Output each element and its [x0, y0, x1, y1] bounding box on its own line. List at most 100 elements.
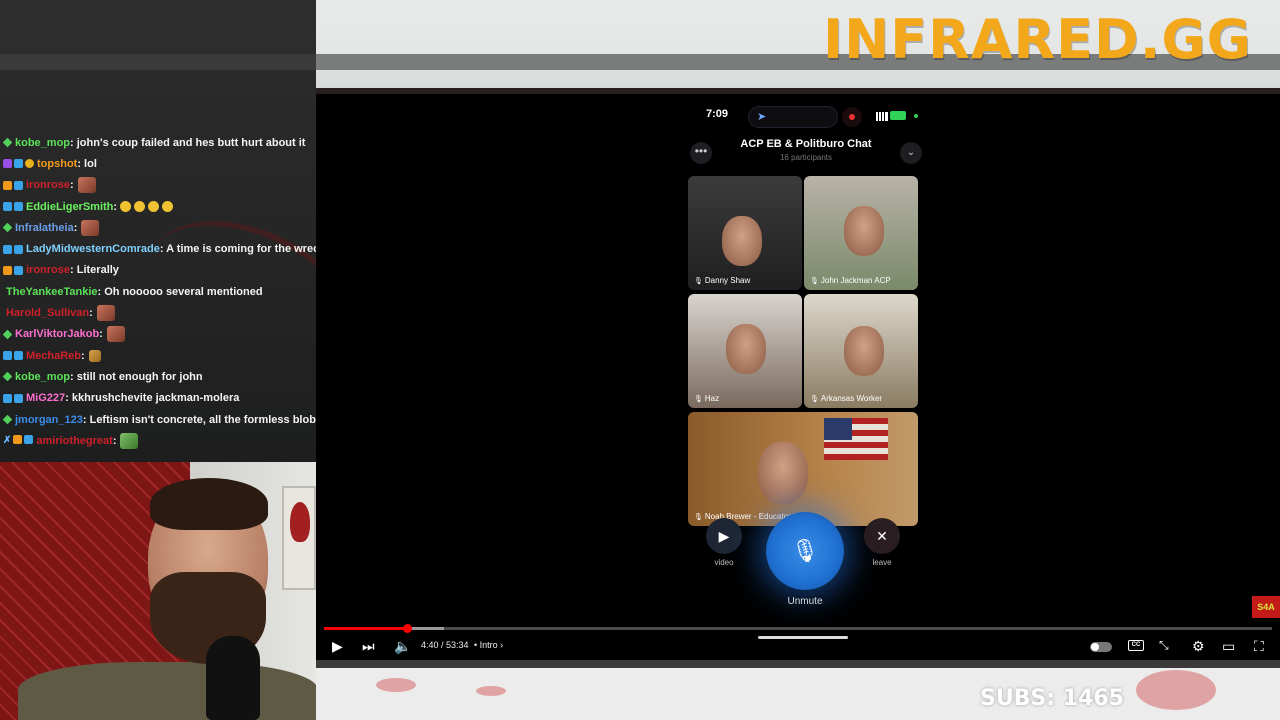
autoplay-toggle[interactable]	[1090, 642, 1112, 652]
participant-tile[interactable]: Arkansas Worker	[804, 294, 918, 408]
chat-username[interactable]: TheYankeeTankie	[6, 286, 98, 298]
chat-message: LadyMidwesternComrade : A time is coming…	[0, 238, 316, 259]
video-player[interactable]: 7:09 ➤ ••• ACP EB & Politburo Chat 16 pa…	[316, 88, 1280, 660]
progress-bar[interactable]	[324, 624, 1272, 633]
volume-icon[interactable]: 🔈	[394, 638, 411, 655]
blue-badge-icon	[3, 202, 12, 212]
emote-icon	[81, 219, 100, 236]
chat-username[interactable]: LadyMidwesternComrade	[26, 243, 160, 255]
chat-username[interactable]: MechaReb	[26, 350, 81, 362]
green-badge-icon	[2, 223, 13, 233]
chat-username[interactable]: KarlViktorJakob	[15, 328, 99, 340]
chat-text: : lol	[77, 157, 97, 170]
chat-badges	[3, 159, 34, 169]
gear-icon[interactable]: ⚙	[1192, 638, 1205, 655]
chat-message: TheYankeeTankie : Oh nooooo several ment…	[0, 281, 316, 302]
chat-panel: kobe_mop: john's coup failed and hes but…	[0, 0, 316, 462]
chat-badges	[2, 137, 13, 148]
chat-text: :	[89, 307, 93, 320]
laughing-emoji-icon	[120, 201, 132, 213]
chat-message-list: kobe_mop: john's coup failed and hes but…	[0, 132, 316, 451]
chat-text: : Oh nooooo several mentioned	[97, 285, 263, 298]
chat-text: : A time is coming for the wreck	[159, 243, 316, 256]
dynamic-island: ➤	[748, 106, 838, 128]
participant-tile-large[interactable]: Noah Brewer - Educator Midwe...	[688, 412, 918, 526]
chat-message: Harold_Sullivan :	[0, 302, 316, 323]
channel-watermark[interactable]: S4A	[1252, 596, 1280, 618]
chat-badges	[3, 244, 23, 254]
chat-username[interactable]: amiriothegreat	[36, 435, 112, 447]
participant-tile[interactable]: Danny Shaw	[688, 176, 802, 290]
american-flag	[824, 418, 888, 460]
participant-name: Danny Shaw	[694, 276, 750, 285]
unmute-button[interactable]: 🎙 Unmute	[758, 512, 852, 607]
miniplayer-icon[interactable]: ⤡	[1159, 638, 1169, 653]
participant-face	[844, 206, 884, 256]
fullscreen-icon[interactable]: ⛶	[1254, 638, 1264, 655]
chat-message: kobe_mop : still not enough for john	[0, 366, 316, 387]
chat-username[interactable]: kobe_mop	[15, 371, 70, 383]
chat-text: : Leftism isn't concrete, all the formle…	[82, 413, 316, 426]
blade-badge-icon: ✗	[3, 435, 12, 447]
leave-label: leave	[872, 558, 892, 567]
chat-username[interactable]: jmorgan_123	[15, 414, 83, 426]
chat-username[interactable]: kobe_mop	[15, 137, 70, 149]
participant-name: Arkansas Worker	[810, 394, 882, 403]
green-badge-icon	[2, 329, 13, 340]
chat-text: :	[99, 328, 103, 341]
blue-badge-icon	[14, 202, 23, 212]
scrubber-handle[interactable]	[402, 624, 412, 633]
chat-username[interactable]: MiG227	[26, 392, 65, 404]
chat-badges	[2, 372, 13, 382]
battery-icon	[890, 111, 906, 120]
gold-badge-icon	[25, 159, 34, 169]
unmute-label: Unmute	[787, 596, 823, 607]
chevron-down-icon[interactable]: ⌄	[900, 142, 922, 164]
emote-icon	[106, 326, 125, 343]
participant-face	[844, 326, 884, 376]
participant-tile[interactable]: John Jackman ACP	[804, 176, 918, 290]
theater-mode-icon[interactable]: ▭	[1222, 638, 1235, 655]
play-icon[interactable]: ▶	[332, 638, 343, 655]
orange-badge-icon	[13, 435, 23, 445]
chat-message: ironrose :	[0, 175, 316, 196]
blue-badge-icon	[14, 393, 23, 403]
participant-tile[interactable]: Haz	[688, 294, 802, 408]
emote-icon	[88, 349, 101, 362]
captions-button[interactable]: CC	[1128, 640, 1144, 651]
laughing-emoji-icon	[134, 201, 146, 213]
participant-name: Haz	[694, 394, 719, 403]
phone-screen-recording: 7:09 ➤ ••• ACP EB & Politburo Chat 16 pa…	[686, 94, 926, 639]
brand-logo: INFRARED.GG	[823, 8, 1252, 71]
chat-message: jmorgan_123 : Leftism isn't concrete, al…	[0, 409, 316, 430]
blue-badge-icon	[14, 159, 23, 169]
phone-status-bar: 7:09 ➤	[686, 106, 926, 128]
chat-text: : Literally	[70, 264, 119, 277]
leave-button[interactable]: ✕ leave	[862, 518, 902, 567]
video-camera-icon: ▶	[706, 518, 742, 554]
chat-username[interactable]: topshot	[37, 158, 77, 170]
chat-username[interactable]: EddieLigerSmith	[26, 201, 113, 213]
chat-text: :	[70, 179, 74, 192]
chat-username[interactable]: Infralatheia	[15, 222, 74, 234]
chat-badges	[3, 202, 23, 212]
purple-badge-icon	[3, 159, 12, 169]
chat-username[interactable]: ironrose	[26, 179, 70, 191]
chapter-label[interactable]: • Intro ›	[474, 640, 503, 650]
chat-username[interactable]: ironrose	[26, 264, 70, 276]
blue-badge-icon	[14, 244, 23, 254]
streamer-hair	[150, 478, 268, 530]
chat-badges	[3, 351, 23, 361]
navigation-arrow-icon: ➤	[757, 111, 767, 123]
blue-badge-icon	[14, 351, 23, 361]
next-icon[interactable]: ⏭	[362, 638, 375, 655]
player-controls: ▶ ⏭ 🔈 4:40 / 53:34 • Intro › CC ⤡ ⚙ ▭ ⛶	[316, 634, 1280, 660]
green-badge-icon	[2, 414, 13, 425]
chat-username[interactable]: Harold_Sullivan	[6, 307, 89, 319]
blue-badge-icon	[24, 435, 34, 445]
green-badge-icon	[2, 372, 13, 382]
video-toggle-button[interactable]: ▶ video	[704, 518, 744, 567]
emote-icon	[96, 305, 115, 322]
participant-count: 16 participants	[779, 153, 833, 162]
chat-badges	[3, 180, 23, 190]
